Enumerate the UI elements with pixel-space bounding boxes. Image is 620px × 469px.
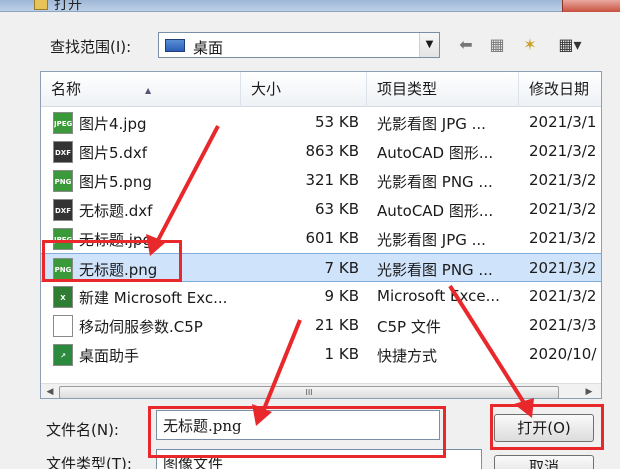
file-type: Microsoft Exce...: [377, 287, 500, 305]
file-name: 无标题.dxf: [79, 202, 153, 220]
folder-icon: [34, 0, 48, 10]
open-button[interactable]: 打开(O): [494, 414, 594, 442]
file-type: 快捷方式: [377, 347, 438, 365]
column-name-label: 名称: [51, 80, 82, 98]
new-folder-icon[interactable]: ✶: [518, 36, 542, 54]
file-date: 2020/10/: [529, 345, 597, 363]
file-type: 光影看图 JPG ...: [377, 231, 486, 249]
file-size: 601 KB: [305, 229, 359, 247]
file-date: 2021/3/3: [529, 316, 597, 334]
cancel-button[interactable]: 取消: [494, 455, 594, 469]
scroll-right-icon[interactable]: ▶: [581, 385, 597, 398]
title-bar: 打开: [0, 0, 620, 13]
file-size: 21 KB: [315, 316, 359, 334]
column-header: 名称 ▲ 大小 项目类型 修改日期: [41, 72, 601, 107]
file-name: 桌面助手: [79, 347, 140, 365]
file-date: 2021/3/2: [529, 142, 597, 160]
file-type: 光影看图 PNG ...: [377, 261, 493, 279]
generic-file-icon: [53, 315, 73, 337]
file-list[interactable]: 名称 ▲ 大小 项目类型 修改日期 JPEG 图片4.jpg 53 KB 光影看图 J…: [40, 71, 602, 399]
up-folder-icon[interactable]: ▦: [486, 36, 508, 54]
views-menu-icon[interactable]: ▦▾: [550, 36, 590, 54]
look-in-bar: 查找范围(I): 桌面 ▼ ⬅ ▦ ✶ ▦▾: [0, 26, 620, 64]
back-arrow-icon[interactable]: ⬅: [456, 36, 476, 54]
file-type: AutoCAD 图形...: [377, 202, 494, 220]
file-type: C5P 文件: [377, 318, 441, 336]
file-row[interactable]: 移动伺服参数.C5P 21 KB C5P 文件 2021/3/3: [41, 311, 601, 340]
column-type[interactable]: 项目类型: [367, 72, 519, 107]
dxf-file-icon: DXF: [53, 141, 73, 163]
file-name: 图片4.jpg: [79, 115, 147, 133]
file-type: AutoCAD 图形...: [377, 144, 494, 162]
file-name: 移动伺服参数.C5P: [79, 318, 203, 336]
file-row[interactable]: JPEG 图片4.jpg 53 KB 光影看图 JPG ... 2021/3/1: [41, 108, 601, 137]
file-size: 863 KB: [305, 142, 359, 160]
file-size: 53 KB: [315, 113, 359, 131]
file-row[interactable]: X 新建 Microsoft Exc... 9 KB Microsoft Exce..…: [41, 282, 601, 311]
column-name[interactable]: 名称 ▲: [41, 72, 241, 107]
horizontal-scrollbar[interactable]: ◀ III ▶: [41, 383, 601, 398]
file-name: 图片5.dxf: [79, 144, 147, 162]
file-date: 2021/3/2: [529, 287, 597, 305]
file-size: 1 KB: [324, 345, 359, 363]
close-button[interactable]: [562, 0, 620, 12]
file-row[interactable]: DXF 图片5.dxf 863 KB AutoCAD 图形... 2021/3/2: [41, 137, 601, 166]
file-date: 2021/3/2: [529, 171, 597, 189]
filetype-combo[interactable]: 图像文件: [156, 449, 482, 469]
file-date: 2021/3/2: [529, 259, 597, 277]
look-in-value: 桌面: [193, 39, 224, 57]
file-row[interactable]: PNG 无标题.png 7 KB 光影看图 PNG ... 2021/3/2: [41, 253, 601, 282]
jpeg-file-icon: JPEG: [53, 112, 73, 134]
png-file-icon: PNG: [53, 170, 73, 192]
png-file-icon: PNG: [53, 258, 73, 280]
scroll-left-icon[interactable]: ◀: [42, 385, 58, 398]
file-date: 2021/3/2: [529, 229, 597, 247]
file-size: 9 KB: [324, 287, 359, 305]
window-title: 打开: [54, 0, 82, 13]
file-type: 光影看图 JPG ...: [377, 115, 486, 133]
file-size: 7 KB: [324, 259, 359, 277]
column-date[interactable]: 修改日期: [519, 72, 601, 107]
file-name: 无标题.png: [79, 261, 158, 279]
file-row[interactable]: PNG 图片5.png 321 KB 光影看图 PNG ... 2021/3/2: [41, 166, 601, 195]
desktop-icon: [165, 39, 185, 52]
shortcut-icon: ↗: [53, 344, 73, 366]
dxf-file-icon: DXF: [53, 199, 73, 221]
file-row[interactable]: JPEG 无标题.jpg 601 KB 光影看图 JPG ... 2021/3/2: [41, 224, 601, 253]
filename-label: 文件名(N):: [46, 421, 119, 439]
jpeg-file-icon: JPEG: [53, 228, 73, 250]
excel-file-icon: X: [53, 286, 73, 308]
sort-ascending-icon: ▲: [145, 86, 152, 95]
file-size: 63 KB: [315, 200, 359, 218]
file-type: 光影看图 PNG ...: [377, 173, 493, 191]
filename-input[interactable]: 无标题.png: [156, 410, 440, 440]
look-in-combo[interactable]: 桌面 ▼: [158, 32, 440, 58]
file-name: 新建 Microsoft Exc...: [79, 289, 228, 307]
chevron-down-icon[interactable]: ▼: [419, 33, 439, 57]
file-name: 图片5.png: [79, 173, 152, 191]
file-date: 2021/3/2: [529, 200, 597, 218]
look-in-label: 查找范围(I):: [50, 38, 132, 56]
file-name: 无标题.jpg: [79, 231, 152, 249]
filetype-label: 文件类型(T):: [46, 455, 132, 469]
column-size[interactable]: 大小: [241, 72, 367, 107]
file-row[interactable]: ↗ 桌面助手 1 KB 快捷方式 2020/10/: [41, 340, 601, 369]
file-size: 321 KB: [305, 171, 359, 189]
file-row[interactable]: DXF 无标题.dxf 63 KB AutoCAD 图形... 2021/3/2: [41, 195, 601, 224]
file-date: 2021/3/1: [529, 113, 597, 131]
scroll-thumb[interactable]: III: [59, 386, 559, 398]
